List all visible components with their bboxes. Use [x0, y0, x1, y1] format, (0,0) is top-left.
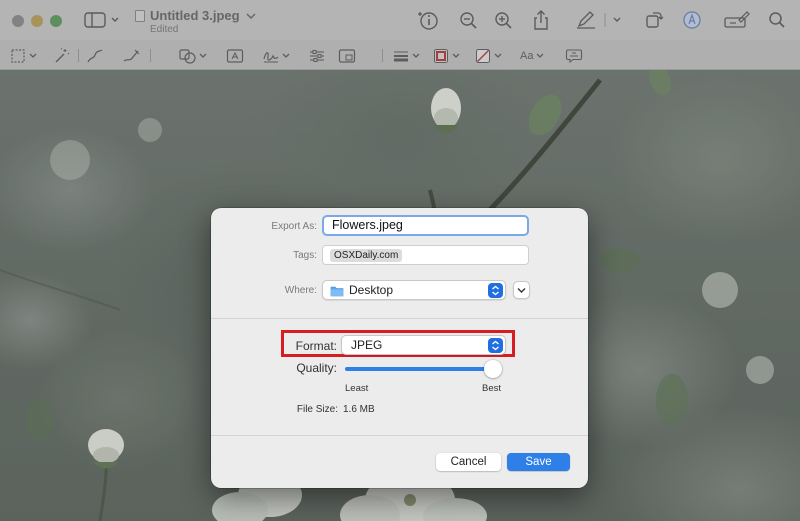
where-label: Where: [284, 285, 317, 296]
save-button[interactable]: Save [507, 453, 570, 471]
format-value: JPEG [351, 338, 383, 352]
where-stepper [488, 283, 503, 298]
where-value: Desktop [349, 283, 394, 297]
up-down-chevron-icon [492, 340, 499, 351]
file-size-label: File Size: [296, 404, 338, 415]
expand-browser-button[interactable] [513, 281, 530, 299]
export-as-field[interactable]: Flowers.jpeg [322, 215, 529, 236]
tags-field[interactable]: OSXDaily.com [322, 245, 529, 265]
up-down-chevron-icon [492, 285, 499, 296]
format-popup[interactable]: JPEG [341, 335, 506, 355]
chevron-down-icon [517, 288, 526, 293]
quality-min-label: Least [345, 383, 369, 394]
tags-label: Tags: [293, 250, 317, 261]
format-stepper [488, 338, 503, 353]
export-dialog: Export As: Flowers.jpeg Tags: OSXDaily.c… [211, 208, 588, 488]
file-size-value: 1.6 MB [343, 404, 375, 415]
tag-token[interactable]: OSXDaily.com [330, 249, 403, 262]
quality-label: Quality: [296, 361, 337, 375]
folder-icon [330, 286, 344, 297]
format-label: Format: [295, 339, 337, 353]
cancel-button[interactable]: Cancel [436, 453, 501, 471]
quality-slider-track[interactable] [345, 367, 493, 371]
quality-max-label: Best [482, 383, 502, 394]
export-as-label: Export As: [271, 221, 317, 232]
where-popup[interactable]: Desktop [322, 280, 506, 300]
quality-slider-thumb[interactable] [484, 360, 502, 378]
